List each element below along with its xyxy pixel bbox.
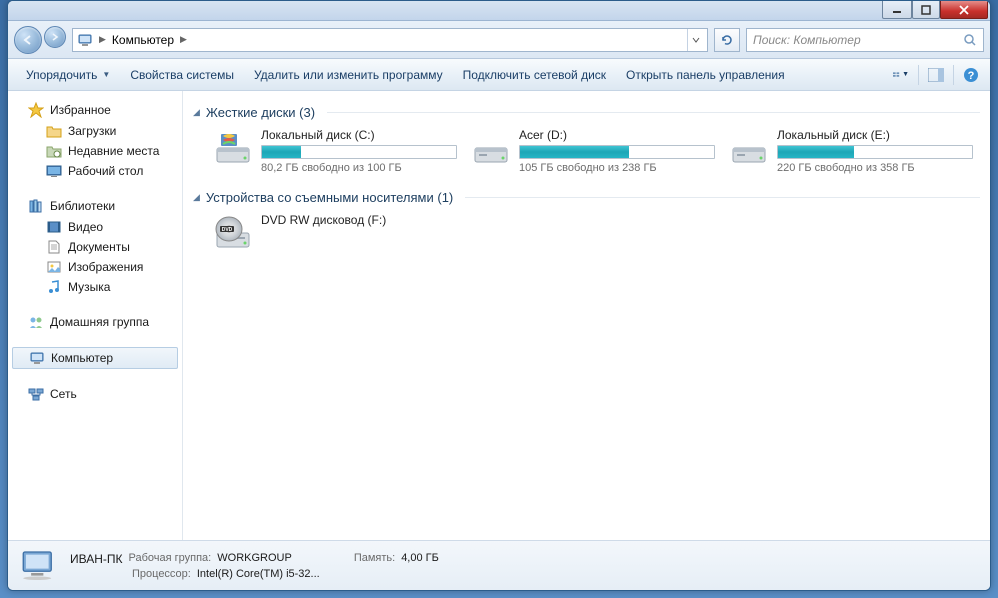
maximize-button[interactable] xyxy=(912,1,940,19)
sidebar-item-video[interactable]: Видео xyxy=(8,217,182,237)
help-button[interactable]: ? xyxy=(960,64,982,86)
drive-capacity: 80,2 ГБ свободно из 100 ГБ xyxy=(261,162,457,174)
sidebar-item-pictures[interactable]: Изображения xyxy=(8,257,182,277)
dvd-icon: DVD xyxy=(213,213,253,253)
organize-button[interactable]: Упорядочить▼ xyxy=(16,59,120,90)
homegroup-icon xyxy=(28,314,44,330)
folder-icon xyxy=(46,123,62,139)
drive-capacity: 105 ГБ свободно из 238 ГБ xyxy=(519,162,715,174)
computer-icon xyxy=(77,32,93,48)
chevron-icon: ▶ xyxy=(180,34,187,45)
close-button[interactable] xyxy=(940,1,988,19)
title-bar xyxy=(8,1,990,21)
forward-button[interactable] xyxy=(44,26,66,48)
cpu-label: Процессор: xyxy=(132,568,191,580)
breadcrumb-location[interactable]: Компьютер xyxy=(112,33,174,47)
drive-item[interactable]: Локальный диск (C:) 80,2 ГБ свободно из 1… xyxy=(213,128,457,174)
workgroup-label: Рабочая группа: xyxy=(129,552,212,566)
content-pane: ◢ Жесткие диски (3) Локальный диск (C:) 8… xyxy=(183,91,990,540)
desktop-icon xyxy=(46,163,62,179)
video-icon xyxy=(46,219,62,235)
computer-name: ИВАН-ПК xyxy=(70,552,123,566)
recent-icon xyxy=(46,143,62,159)
drive-icon xyxy=(729,128,769,168)
drive-item[interactable]: DVD DVD RW дисковод (F:) xyxy=(213,213,457,253)
details-pane: ИВАН-ПК Рабочая группа: WORKGROUP Память… xyxy=(8,540,990,590)
drive-icon xyxy=(471,128,511,168)
uninstall-program-button[interactable]: Удалить или изменить программу xyxy=(244,59,453,90)
hard-drives-section[interactable]: ◢ Жесткие диски (3) xyxy=(193,105,980,120)
capacity-bar xyxy=(519,145,715,159)
sidebar-item-music[interactable]: Музыка xyxy=(8,277,182,297)
sidebar-item-recent[interactable]: Недавние места xyxy=(8,141,182,161)
refresh-button[interactable] xyxy=(714,28,740,52)
map-network-drive-button[interactable]: Подключить сетевой диск xyxy=(453,59,616,90)
navigation-pane: Избранное Загрузки Недавние места Рабочи… xyxy=(8,91,183,540)
music-icon xyxy=(46,279,62,295)
favorites-group[interactable]: Избранное xyxy=(8,99,182,121)
search-input[interactable]: Поиск: Компьютер xyxy=(746,28,984,52)
drive-capacity: 220 ГБ свободно из 358 ГБ xyxy=(777,162,973,174)
memory-label: Память: xyxy=(354,552,395,566)
drive-name: Локальный диск (C:) xyxy=(261,128,457,142)
computer-item[interactable]: Компьютер xyxy=(12,347,178,369)
preview-pane-button[interactable] xyxy=(925,64,947,86)
workgroup-value: WORKGROUP xyxy=(217,552,292,566)
system-properties-button[interactable]: Свойства системы xyxy=(120,59,244,90)
collapse-icon: ◢ xyxy=(193,107,200,118)
drive-name: Локальный диск (E:) xyxy=(777,128,973,142)
address-bar[interactable]: ▶ Компьютер ▶ xyxy=(72,28,708,52)
svg-text:?: ? xyxy=(968,70,975,82)
view-options-button[interactable]: ▼ xyxy=(890,64,912,86)
search-icon xyxy=(963,33,977,47)
libraries-icon xyxy=(28,198,44,214)
network-icon xyxy=(28,386,44,402)
sidebar-item-desktop[interactable]: Рабочий стол xyxy=(8,161,182,181)
memory-value: 4,00 ГБ xyxy=(401,552,439,566)
capacity-bar xyxy=(777,145,973,159)
explorer-window: ▶ Компьютер ▶ Поиск: Компьютер Упорядочи… xyxy=(7,0,991,591)
collapse-icon: ◢ xyxy=(193,192,200,203)
libraries-group[interactable]: Библиотеки xyxy=(8,195,182,217)
nav-bar: ▶ Компьютер ▶ Поиск: Компьютер xyxy=(8,21,990,59)
star-icon xyxy=(28,102,44,118)
drive-name: DVD RW дисковод (F:) xyxy=(261,213,457,227)
toolbar: Упорядочить▼ Свойства системы Удалить ил… xyxy=(8,59,990,91)
capacity-bar xyxy=(261,145,457,159)
sidebar-item-downloads[interactable]: Загрузки xyxy=(8,121,182,141)
drive-icon xyxy=(213,128,253,168)
network-item[interactable]: Сеть xyxy=(8,383,182,405)
pictures-icon xyxy=(46,259,62,275)
chevron-icon: ▶ xyxy=(99,34,106,45)
drive-item[interactable]: Acer (D:) 105 ГБ свободно из 238 ГБ xyxy=(471,128,715,174)
computer-large-icon xyxy=(18,545,60,587)
drive-item[interactable]: Локальный диск (E:) 220 ГБ свободно из 35… xyxy=(729,128,973,174)
drive-name: Acer (D:) xyxy=(519,128,715,142)
address-dropdown[interactable] xyxy=(687,29,703,51)
computer-icon xyxy=(29,350,45,366)
svg-text:DVD: DVD xyxy=(222,227,233,233)
documents-icon xyxy=(46,239,62,255)
homegroup-item[interactable]: Домашняя группа xyxy=(8,311,182,333)
removable-section[interactable]: ◢ Устройства со съемными носителями (1) xyxy=(193,190,980,205)
minimize-button[interactable] xyxy=(882,1,912,19)
back-button[interactable] xyxy=(14,26,42,54)
sidebar-item-documents[interactable]: Документы xyxy=(8,237,182,257)
control-panel-button[interactable]: Открыть панель управления xyxy=(616,59,795,90)
cpu-value: Intel(R) Core(TM) i5-32... xyxy=(197,568,320,580)
search-placeholder: Поиск: Компьютер xyxy=(753,33,861,47)
